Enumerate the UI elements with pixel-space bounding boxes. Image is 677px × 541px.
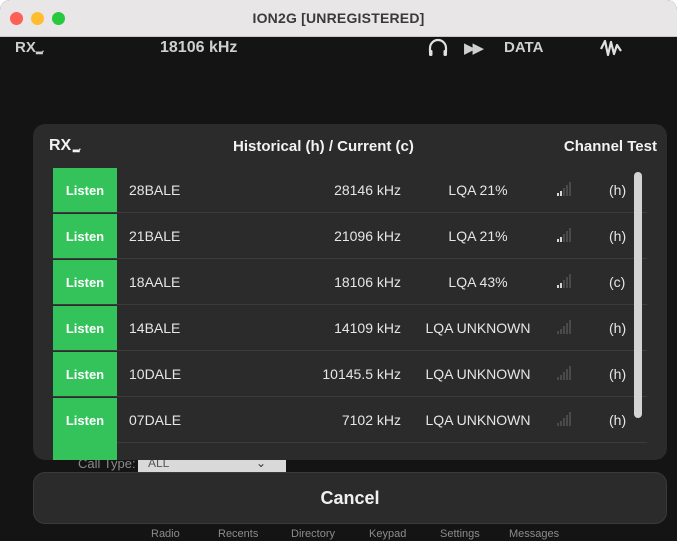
- call-type-value: ALL: [148, 460, 170, 470]
- title-bar: ION2G [UNREGISTERED]: [0, 0, 677, 37]
- rx-label: RX: [15, 39, 36, 56]
- window-title: ION2G [UNREGISTERED]: [252, 10, 425, 26]
- station-name: 07DALE: [129, 412, 182, 428]
- tab-directory[interactable]: Directory: [291, 528, 335, 540]
- listen-button[interactable]: Listen: [53, 214, 117, 258]
- channel-list[interactable]: Listen 28BALE 28146 kHz LQA 21% (h) List…: [53, 168, 647, 460]
- panel-rx-indicator: RX ▂.: [49, 137, 81, 155]
- call-type-select[interactable]: ALL ⌄: [138, 460, 286, 472]
- signal-bars-icon: [557, 320, 577, 334]
- station-name: 28BALE: [129, 182, 181, 198]
- station-frequency: 10145.5 kHz: [322, 366, 401, 382]
- history-state: (h): [609, 320, 627, 336]
- fast-forward-icon[interactable]: ▶▶: [464, 39, 484, 57]
- list-item: Listen 10DALE 10145.5 kHz LQA UNKNOWN (h…: [53, 352, 647, 397]
- background-call-type-row: Call Type: ALL ⌄: [0, 460, 677, 472]
- next-listen-button-partial[interactable]: [53, 442, 117, 460]
- list-item: Listen 18AALE 18106 kHz LQA 43% (c): [53, 260, 647, 305]
- app-window: ION2G [UNREGISTERED] RX▂. 18106 kHz ▶▶ D…: [0, 0, 677, 541]
- tab-bar: Radio Recents Directory Keypad Settings …: [0, 527, 677, 541]
- history-state: (h): [609, 412, 627, 428]
- signal-bars-icon: [557, 228, 577, 242]
- mode-label: DATA: [504, 39, 544, 56]
- station-frequency: 7102 kHz: [341, 412, 401, 428]
- station-frequency: 18106 kHz: [334, 274, 401, 290]
- signal-bars-icon: [557, 366, 577, 380]
- history-state: (h): [609, 366, 627, 382]
- listen-button[interactable]: Listen: [53, 306, 117, 350]
- rx-indicator: RX▂.: [15, 39, 44, 56]
- chevron-down-icon: ⌄: [256, 460, 267, 470]
- station-name: 14BALE: [129, 320, 181, 336]
- headset-icon[interactable]: [426, 37, 450, 59]
- listen-button[interactable]: Listen: [53, 260, 117, 304]
- list-item: Listen 14BALE 14109 kHz LQA UNKNOWN (h): [53, 306, 647, 351]
- window-controls: [10, 12, 65, 25]
- history-state: (h): [609, 228, 627, 244]
- list-item: Listen 07DALE 7102 kHz LQA UNKNOWN (h): [53, 398, 647, 443]
- panel-rx-label: RX: [49, 137, 72, 154]
- lqa-value: LQA 21%: [448, 182, 508, 198]
- panel-rx-signal-icon: ▂.: [71, 142, 81, 152]
- status-bar: RX▂. 18106 kHz ▶▶ DATA: [0, 37, 677, 61]
- signal-bars-icon: [557, 412, 577, 426]
- close-window-button[interactable]: [10, 12, 23, 25]
- station-frequency: 28146 kHz: [334, 182, 401, 198]
- lqa-value: LQA 43%: [448, 274, 508, 290]
- station-frequency: 21096 kHz: [334, 228, 401, 244]
- listen-button[interactable]: Listen: [53, 168, 117, 212]
- station-name: 18AALE: [129, 274, 181, 290]
- cancel-button[interactable]: Cancel: [33, 472, 667, 524]
- lqa-value: LQA UNKNOWN: [425, 366, 531, 382]
- tab-recents[interactable]: Recents: [218, 528, 258, 540]
- current-frequency: 18106 kHz: [160, 39, 238, 56]
- lqa-value: LQA UNKNOWN: [425, 320, 531, 336]
- tab-messages[interactable]: Messages: [509, 528, 559, 540]
- listen-button[interactable]: Listen: [53, 352, 117, 396]
- rx-signal-icon: ▂.: [35, 44, 44, 54]
- history-state: (h): [609, 182, 627, 198]
- panel-header: RX ▂. Historical (h) / Current (c) Chann…: [33, 124, 667, 166]
- tab-radio[interactable]: Radio: [151, 528, 180, 540]
- list-item: Listen 21BALE 21096 kHz LQA 21% (h): [53, 214, 647, 259]
- history-state: (c): [609, 274, 626, 290]
- list-item: Listen 28BALE 28146 kHz LQA 21% (h): [53, 168, 647, 213]
- channel-history-panel: RX ▂. Historical (h) / Current (c) Chann…: [33, 124, 667, 460]
- panel-title: Historical (h) / Current (c): [233, 138, 414, 155]
- tab-settings[interactable]: Settings: [440, 528, 480, 540]
- station-name: 21BALE: [129, 228, 181, 244]
- signal-bars-icon: [557, 182, 577, 196]
- scrollbar-thumb[interactable]: [634, 172, 642, 418]
- station-frequency: 14109 kHz: [334, 320, 401, 336]
- lqa-value: LQA UNKNOWN: [425, 412, 531, 428]
- call-type-label: Call Type:: [78, 460, 136, 471]
- listen-button[interactable]: Listen: [53, 398, 117, 442]
- tab-keypad[interactable]: Keypad: [369, 528, 406, 540]
- signal-bars-icon: [557, 274, 577, 288]
- zoom-window-button[interactable]: [52, 12, 65, 25]
- lqa-value: LQA 21%: [448, 228, 508, 244]
- minimize-window-button[interactable]: [31, 12, 44, 25]
- channel-test-label: Channel Test: [563, 138, 657, 155]
- station-name: 10DALE: [129, 366, 182, 382]
- waveform-icon[interactable]: [598, 36, 624, 60]
